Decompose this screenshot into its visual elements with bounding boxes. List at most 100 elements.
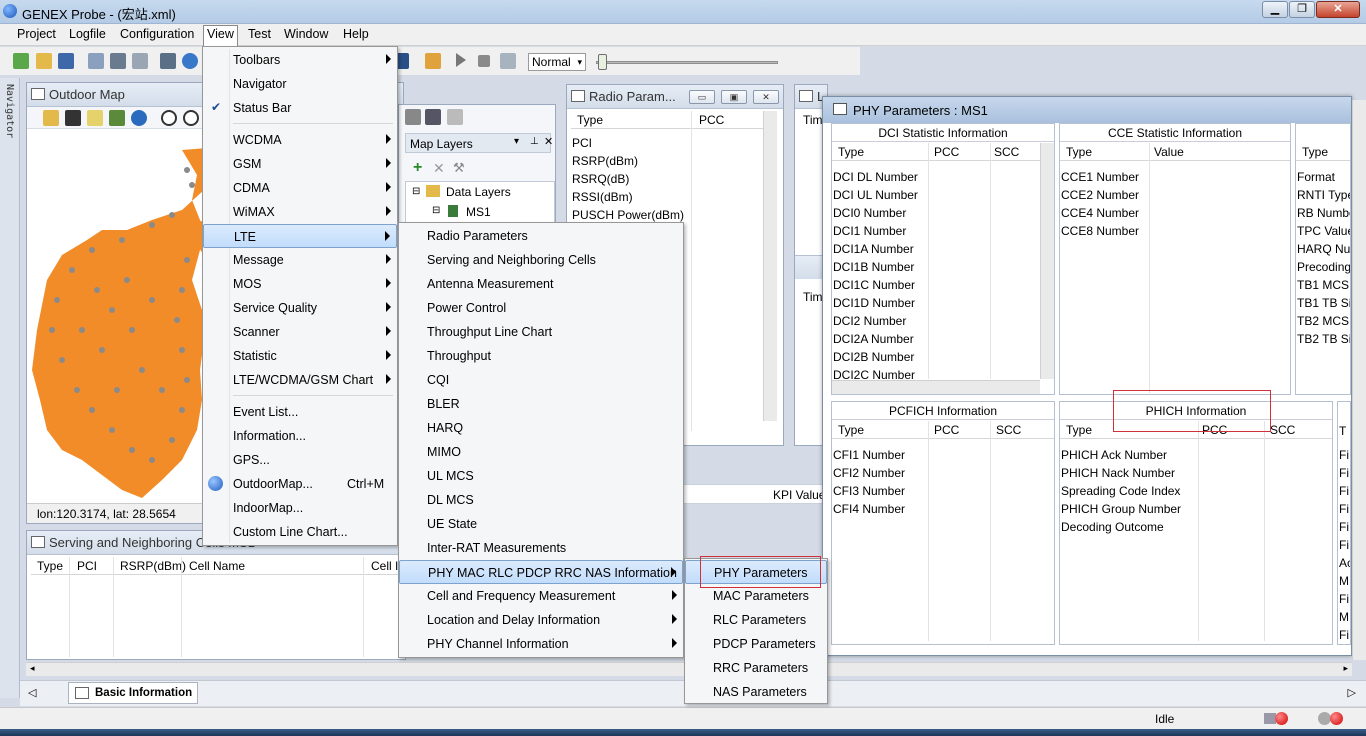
- dci-vscroll[interactable]: [1040, 143, 1054, 379]
- view-menu-indoormap[interactable]: IndoorMap...: [203, 496, 397, 520]
- dci-hscroll[interactable]: [832, 380, 1040, 394]
- menu-project[interactable]: Project: [17, 27, 56, 41]
- view-menu-statistic[interactable]: Statistic: [203, 344, 397, 368]
- minimize-button[interactable]: ▁: [1262, 1, 1288, 18]
- collapse-icon[interactable]: ⊟: [412, 186, 420, 197]
- view-menu-information[interactable]: Information...: [203, 424, 397, 448]
- tab-left-icon[interactable]: ◁: [28, 686, 36, 699]
- lte-menu-item[interactable]: Serving and Neighboring Cells: [399, 248, 683, 272]
- view-menu-cdma[interactable]: CDMA: [203, 176, 397, 200]
- tab-basic-information[interactable]: Basic Information: [68, 682, 198, 704]
- view-menu-status-bar[interactable]: ✔ Status Bar: [203, 96, 397, 120]
- view-menu-wcdma[interactable]: WCDMA: [203, 128, 397, 152]
- open-map-icon[interactable]: [43, 110, 59, 126]
- view-menu-navigator[interactable]: Navigator: [203, 72, 397, 96]
- menu-help[interactable]: Help: [343, 27, 369, 41]
- tools-icon[interactable]: ⚒: [453, 160, 465, 176]
- lte-menu-phy-mac-info[interactable]: PHY MAC RLC PDCP RRC NAS Information: [399, 560, 683, 584]
- folder-icon[interactable]: [425, 53, 441, 69]
- add-layer-icon[interactable]: +: [413, 159, 422, 177]
- phy-menu-nas-parameters[interactable]: NAS Parameters: [685, 680, 827, 704]
- lte-menu-item[interactable]: Cell and Frequency Measurement: [399, 584, 683, 608]
- panel-minimize-button[interactable]: ▭: [689, 90, 715, 104]
- snapshot-icon[interactable]: [500, 53, 516, 69]
- save-map-icon[interactable]: [65, 110, 81, 126]
- view-menu-service-quality[interactable]: Service Quality: [203, 296, 397, 320]
- tree-ms1[interactable]: MS1: [466, 205, 491, 219]
- zoom-in-icon[interactable]: [161, 110, 177, 126]
- view-menu-message[interactable]: Message: [203, 248, 397, 272]
- lte-menu-item[interactable]: HARQ: [399, 416, 683, 440]
- layers-icon[interactable]: [109, 110, 125, 126]
- view-menu-gsm[interactable]: GSM: [203, 152, 397, 176]
- device-icon[interactable]: [132, 53, 148, 69]
- lte-menu-item[interactable]: PHY Channel Information: [399, 632, 683, 656]
- lte-menu-item[interactable]: MIMO: [399, 440, 683, 464]
- tab-right-icon[interactable]: ▷: [1348, 686, 1356, 699]
- view-menu-mos[interactable]: MOS: [203, 272, 397, 296]
- lte-menu-item[interactable]: Power Control: [399, 296, 683, 320]
- view-menu-outdoormap[interactable]: OutdoorMap... Ctrl+M: [203, 472, 397, 496]
- layer-export-icon[interactable]: [447, 109, 463, 125]
- lte-menu-item[interactable]: UE State: [399, 512, 683, 536]
- remove-layer-icon[interactable]: ✕: [433, 160, 445, 177]
- locate-icon[interactable]: [131, 110, 147, 126]
- open-icon[interactable]: [36, 53, 52, 69]
- import-icon[interactable]: [110, 53, 126, 69]
- close-button[interactable]: ✕: [1316, 1, 1360, 18]
- play-icon[interactable]: [456, 53, 466, 67]
- logfile-icon[interactable]: [88, 53, 104, 69]
- config-icon[interactable]: [160, 53, 176, 69]
- lte-menu-item[interactable]: CQI: [399, 368, 683, 392]
- zoom-out-icon[interactable]: [183, 110, 199, 126]
- speed-slider-thumb[interactable]: [598, 54, 607, 70]
- tree-data-layers[interactable]: Data Layers: [446, 185, 511, 199]
- lte-menu-item[interactable]: Radio Parameters: [399, 224, 683, 248]
- phy-window-titlebar[interactable]: PHY Parameters : MS1: [823, 97, 1351, 123]
- view-menu-lte[interactable]: LTE: [203, 224, 397, 248]
- panel-close-button[interactable]: ✕: [753, 90, 779, 104]
- image-icon[interactable]: [87, 110, 103, 126]
- lte-menu-item[interactable]: Inter-RAT Measurements: [399, 536, 683, 560]
- view-menu-custom-line-chart[interactable]: Custom Line Chart...: [203, 520, 397, 544]
- lte-menu-item[interactable]: Antenna Measurement: [399, 272, 683, 296]
- panel-restore-button[interactable]: ▣: [721, 90, 747, 104]
- speed-slider-track[interactable]: [596, 61, 778, 64]
- radio-params-scrollbar[interactable]: [763, 111, 777, 421]
- new-icon[interactable]: [13, 53, 29, 69]
- layer-tool-icon[interactable]: [405, 109, 421, 125]
- pin-icon[interactable]: ⊥: [530, 136, 539, 147]
- phy-menu-rrc-parameters[interactable]: RRC Parameters: [685, 656, 827, 680]
- lte-menu-item[interactable]: BLER: [399, 392, 683, 416]
- mode-select[interactable]: Normal ▾: [528, 53, 586, 71]
- stop-icon[interactable]: [478, 55, 490, 67]
- view-menu-scanner[interactable]: Scanner: [203, 320, 397, 344]
- view-menu-event-list[interactable]: Event List...: [203, 400, 397, 424]
- lte-menu-item[interactable]: Location and Delay Information: [399, 608, 683, 632]
- close-icon[interactable]: ✕: [544, 135, 553, 148]
- workspace-vscroll[interactable]: [1352, 100, 1366, 660]
- menu-test[interactable]: Test: [248, 27, 271, 41]
- lte-menu-item[interactable]: UL MCS: [399, 464, 683, 488]
- menu-view[interactable]: View: [203, 25, 238, 46]
- layer-import-icon[interactable]: [425, 109, 441, 125]
- collapse-icon[interactable]: ⊟: [432, 205, 440, 216]
- scroll-left-icon[interactable]: ◂: [30, 663, 35, 674]
- menu-window[interactable]: Window: [284, 27, 328, 41]
- view-menu-toolbars[interactable]: Toolbars: [203, 48, 397, 72]
- view-menu-wimax[interactable]: WiMAX: [203, 200, 397, 224]
- globe-icon[interactable]: [182, 53, 198, 69]
- lte-menu-item[interactable]: Throughput Line Chart: [399, 320, 683, 344]
- view-menu-gps[interactable]: GPS...: [203, 448, 397, 472]
- navigator-strip[interactable]: Navigator: [0, 78, 20, 698]
- chevron-down-icon[interactable]: ▾: [514, 136, 519, 147]
- menu-logfile[interactable]: Logfile: [69, 27, 106, 41]
- maximize-button[interactable]: ❐: [1289, 1, 1315, 18]
- scroll-right-icon[interactable]: ▸: [1343, 663, 1348, 674]
- lte-menu-item[interactable]: Throughput: [399, 344, 683, 368]
- menu-configuration[interactable]: Configuration: [120, 27, 194, 41]
- view-menu-chart[interactable]: LTE/WCDMA/GSM Chart: [203, 368, 397, 392]
- lte-menu-item[interactable]: DL MCS: [399, 488, 683, 512]
- phy-menu-pdcp-parameters[interactable]: PDCP Parameters: [685, 632, 827, 656]
- save-icon[interactable]: [58, 53, 74, 69]
